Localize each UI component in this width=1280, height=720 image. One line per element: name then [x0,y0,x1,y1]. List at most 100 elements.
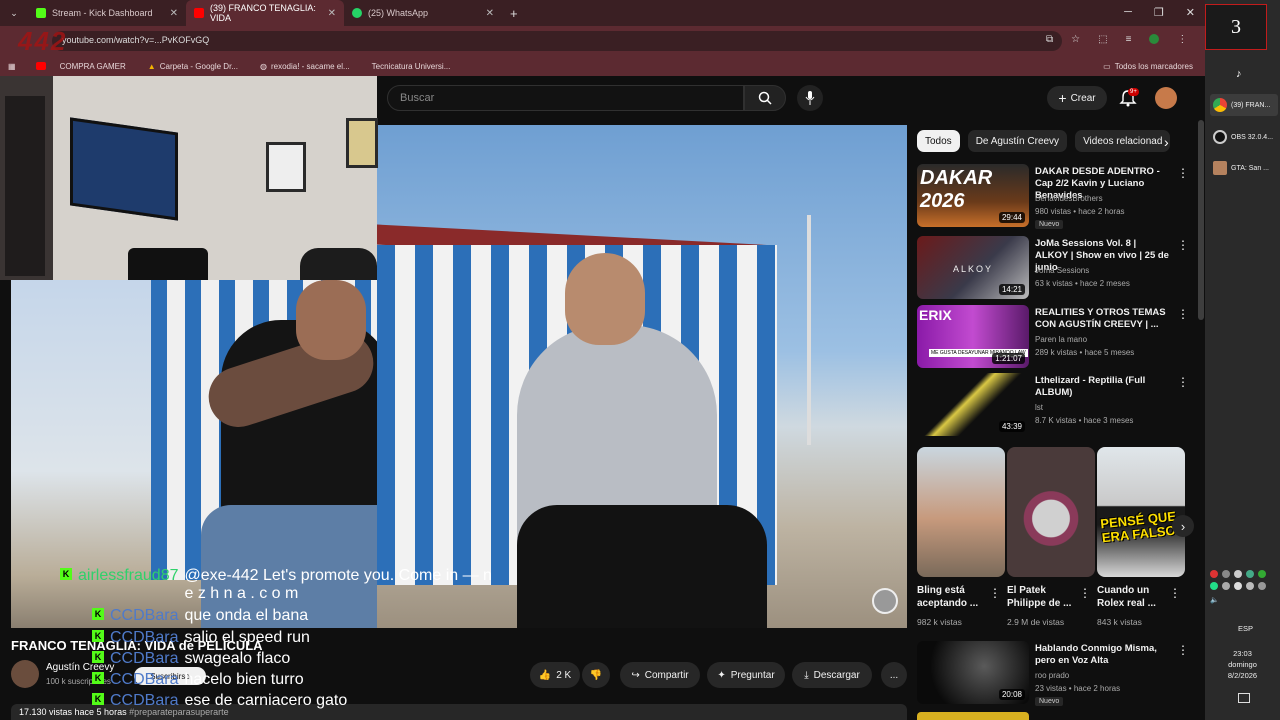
minimize-icon[interactable]: ─ [1124,6,1132,19]
tab-kick[interactable]: Stream - Kick Dashboard ✕ [28,0,186,26]
system-tray: 🔈 [1210,570,1278,604]
tab-whatsapp[interactable]: (25) WhatsApp ✕ [344,0,502,26]
tray-icon[interactable] [1246,582,1254,590]
search-input[interactable]: Buscar [387,85,744,111]
more-icon[interactable]: ⋮ [989,586,1001,600]
language-indicator[interactable]: ESP [1238,624,1253,633]
user-avatar[interactable] [1155,87,1177,109]
close-icon[interactable]: ✕ [328,8,336,19]
channel-watermark[interactable] [872,588,898,614]
taskbar-item-chrome[interactable]: (39) FRAN... [1210,94,1278,116]
short-title: Cuando un Rolex real ... [1097,585,1156,609]
volume-icon[interactable]: 🔈 [1210,596,1278,604]
recommended-video[interactable]: ALKOY 14:21 JoMa Sessions Vol. 8 | ALKOY… [917,236,1197,300]
recommended-video[interactable]: 20:08 Hablando Conmigo Misma, pero en Vo… [917,641,1197,706]
create-label: Crear [1070,92,1096,104]
like-button[interactable]: 👍 2 K [530,662,580,688]
apps-icon[interactable]: ▦ [8,62,16,71]
tab-bar: ⌄ Stream - Kick Dashboard ✕ (39) FRANCO … [0,0,1205,26]
voice-search-button[interactable] [797,85,823,111]
more-icon[interactable]: ⋮ [1177,643,1189,657]
youtube-bookmark-icon[interactable] [35,62,46,70]
bookmark-item[interactable]: Tecnicatura Universi... [364,62,459,71]
tray-icon[interactable] [1246,570,1254,578]
dislike-button[interactable]: 👎 [582,662,610,688]
tray-icon[interactable] [1234,582,1242,590]
taskbar-item-gta[interactable]: GTA: San ... [1210,157,1278,179]
window-close-icon[interactable]: ✕ [1186,6,1195,19]
taskbar-item-obs[interactable]: OBS 32.0.4... [1210,126,1278,148]
more-icon[interactable]: ⋮ [1177,166,1189,180]
thumbnail-text: DAKAR 2026 [920,167,993,212]
search-button[interactable] [744,85,786,111]
chip-all[interactable]: Todos [917,130,960,152]
scrollbar[interactable] [1198,120,1204,320]
thumbnail[interactable]: 20:08 [917,641,1029,704]
maximize-icon[interactable]: ❐ [1154,6,1164,19]
recommended-video[interactable]: DAKAR 2026 29:44 DAKAR DESDE ADENTRO - C… [917,164,1197,229]
video-player[interactable] [377,125,907,628]
ask-button[interactable]: ✦ Preguntar [707,662,785,688]
thumbnail[interactable]: ERIX ME GUSTA DESAYUNAR MIRANDO LAW 1:21… [917,305,1029,368]
clock-date: 8/2/2026 [1227,671,1258,680]
install-icon[interactable]: ⧉ [1046,34,1053,45]
close-icon[interactable]: ✕ [170,8,178,19]
channel-name: Paren la mano [1035,335,1088,344]
bookmark-item[interactable]: COMPRA GAMER [52,62,134,71]
omnibox[interactable]: youtube.com/watch?v=...PvKOFvGQ [52,31,1062,51]
bookmarks-bar: ▦ COMPRA GAMER ▲ Carpeta - Google Dr... ◍… [0,56,1205,76]
next-thumbnail-peek[interactable] [917,712,1029,720]
tray-icon[interactable] [1210,582,1218,590]
tray-icon[interactable] [1234,570,1242,578]
tray-icon[interactable] [1258,570,1266,578]
create-button[interactable]: + Crear [1047,86,1107,110]
extensions-icon[interactable]: ⬚ [1098,34,1107,45]
gta-icon [1213,161,1227,175]
more-icon[interactable]: ⋮ [1177,238,1189,252]
menu-icon[interactable]: ⋮ [1177,34,1187,45]
chip-related[interactable]: Videos relacionad [1075,130,1171,152]
star-icon[interactable]: ☆ [1071,34,1080,45]
thumbnail[interactable]: DAKAR 2026 29:44 [917,164,1029,227]
tray-icon[interactable] [1222,582,1230,590]
tab-youtube[interactable]: (39) FRANCO TENAGLIA: VIDA ✕ [186,0,344,26]
download-button[interactable]: ⤓ Descargar [792,662,872,688]
media-icon[interactable]: ≡ [1126,34,1132,45]
tiktok-icon[interactable]: ♪ [1236,68,1242,80]
profile-icon[interactable] [1149,34,1160,44]
tab-search-icon[interactable]: ⌄ [0,8,28,19]
more-icon[interactable]: ⋮ [1177,375,1189,389]
kick-badge-icon: K [92,693,104,705]
thumbnail[interactable]: 43:39 [917,373,1029,436]
channel-avatar[interactable] [11,660,39,688]
tray-icon[interactable] [1210,570,1218,578]
shorts-next-button[interactable]: › [1172,515,1194,537]
more-icon[interactable]: ⋮ [1169,586,1181,600]
short-thumbnail[interactable]: PENSÉ QUE ERA FALSO [1097,447,1185,577]
chip-channel[interactable]: De Agustín Creevy [967,130,1068,152]
share-button[interactable]: ↪ Compartir [620,662,700,688]
recommended-video[interactable]: ERIX ME GUSTA DESAYUNAR MIRANDO LAW 1:21… [917,305,1197,369]
drive-icon: ▲ [147,61,156,71]
url-text: youtube.com/watch?v=...PvKOFvGQ [62,35,210,45]
close-icon[interactable]: ✕ [486,8,494,19]
short-thumbnail[interactable] [917,447,1005,577]
tray-icon[interactable] [1258,582,1266,590]
kick-badge-icon: K [92,672,104,684]
bookmark-item[interactable]: ▲ Carpeta - Google Dr... [140,62,246,71]
chevron-right-icon[interactable]: › [1164,134,1169,150]
more-icon: ... [889,669,899,681]
more-icon[interactable]: ⋮ [1177,307,1189,321]
recommended-video[interactable]: 43:39 Lthelizard - Reptilia (Full ALBUM)… [917,373,1197,437]
new-tab-button[interactable]: + [502,6,518,21]
thumbnail[interactable]: ALKOY 14:21 [917,236,1029,299]
taskbar-label: (39) FRAN... [1231,101,1271,109]
more-icon[interactable]: ⋮ [1079,586,1091,600]
all-bookmarks[interactable]: ▭ Todos los marcadores [1095,62,1201,71]
tray-icon[interactable] [1222,570,1230,578]
short-thumbnail[interactable] [1007,447,1095,577]
more-actions-button[interactable]: ... [881,662,907,688]
clock[interactable]: 23:03 domingo 8/2/2026 [1205,648,1280,681]
notifications-icon[interactable] [1238,693,1250,703]
bookmark-item[interactable]: ◍ rexodia! - sacame el... [252,62,358,71]
